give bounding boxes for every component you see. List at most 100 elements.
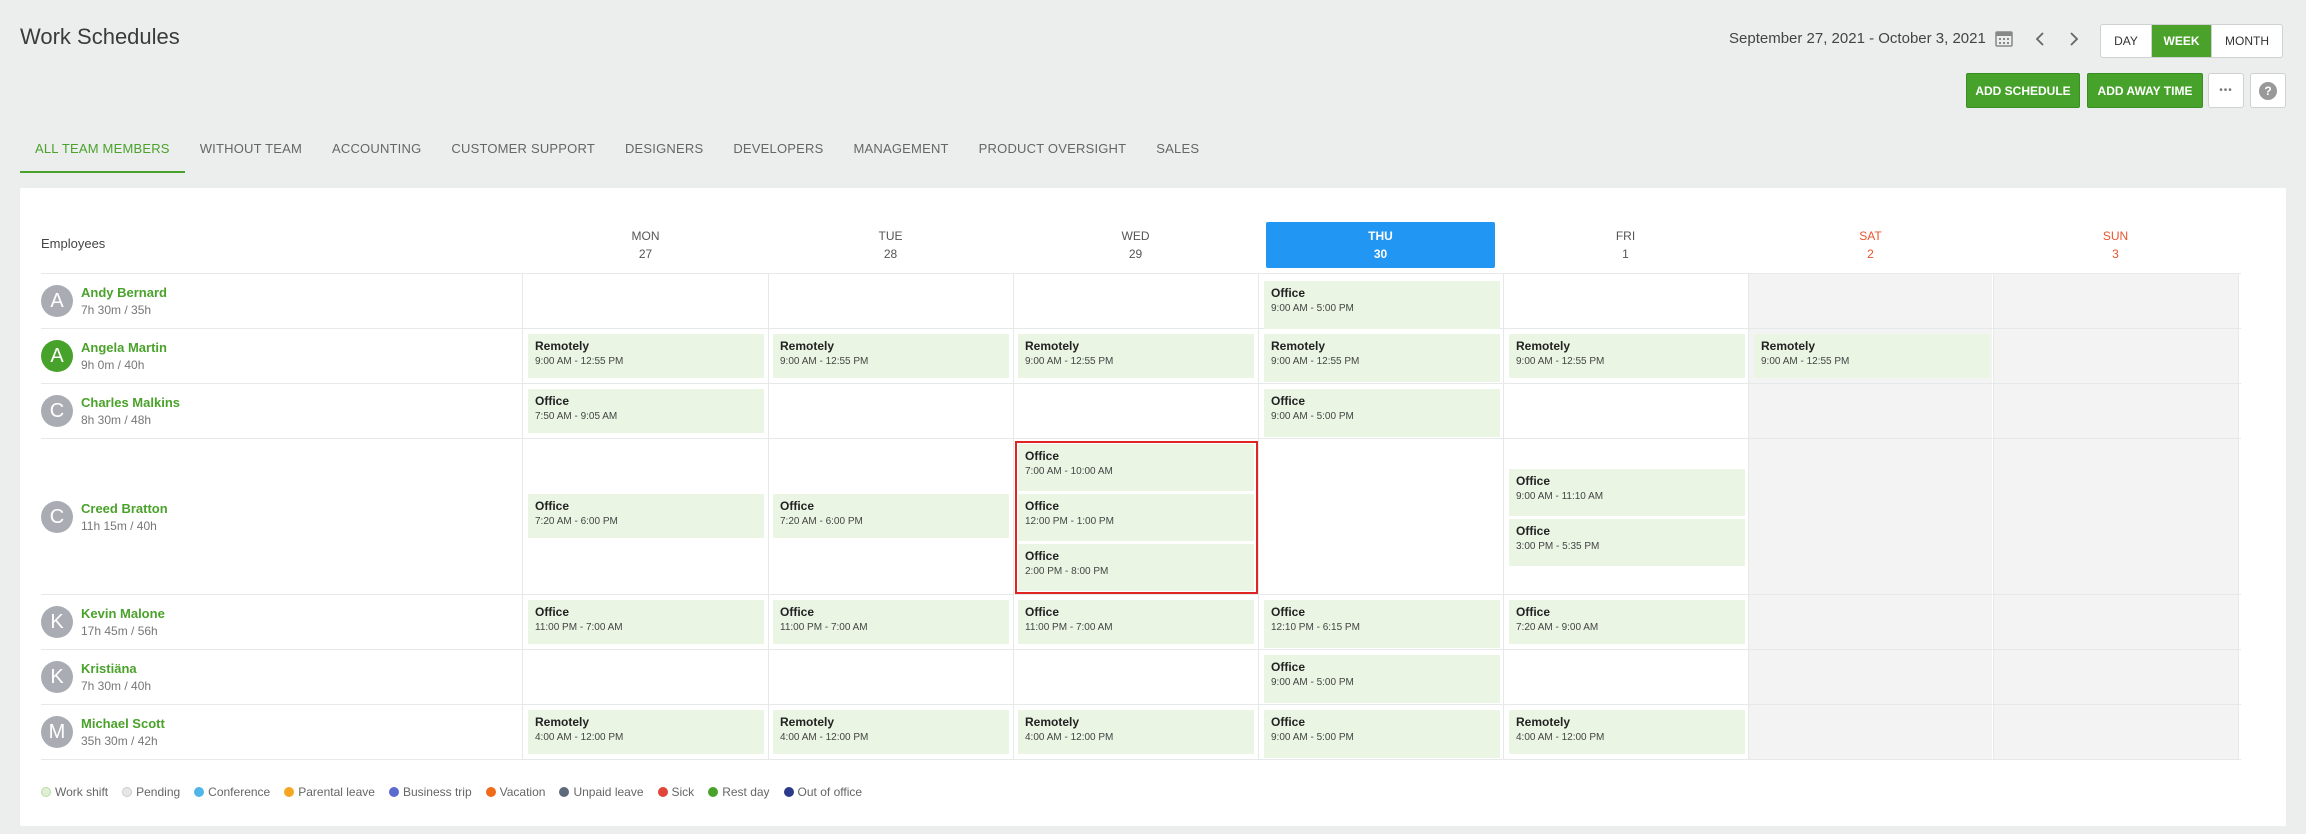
column-divider [1013, 273, 1014, 759]
selected-cell-outline [1015, 441, 1258, 594]
day-name: SAT [1859, 229, 1882, 243]
legend-dot [708, 787, 719, 797]
view-day-button[interactable]: DAY [2101, 25, 2152, 57]
shift-block[interactable]: Office 11:00 PM - 7:00 AM [773, 600, 1009, 644]
legend-label: Business trip [402, 785, 472, 799]
shift-block[interactable]: Remotely 9:00 AM - 12:55 PM [528, 334, 764, 378]
tab-product-oversight[interactable]: PRODUCT OVERSIGHT [964, 127, 1142, 173]
shift-block[interactable]: Remotely 4:00 AM - 12:00 PM [528, 710, 764, 754]
shift-time: 11:00 PM - 7:00 AM [535, 622, 623, 633]
employees-column-header: Employees [41, 236, 106, 251]
chevron-right-icon[interactable] [2064, 30, 2082, 48]
employee-name[interactable]: Kristiäna [81, 661, 151, 676]
row-divider [41, 383, 2241, 384]
tab-accounting[interactable]: ACCOUNTING [317, 127, 436, 173]
shift-block[interactable]: Office 12:10 PM - 6:15 PM [1264, 600, 1500, 648]
shift-type: Office [1271, 286, 1306, 300]
help-icon: ? [2259, 81, 2277, 100]
shift-time: 4:00 AM - 12:00 PM [1025, 732, 1114, 743]
shift-time: 4:00 AM - 12:00 PM [535, 732, 624, 743]
tab-sales[interactable]: SALES [1141, 127, 1214, 173]
legend-label: Sick [671, 785, 695, 799]
shift-block[interactable]: Office 9:00 AM - 11:10 AM [1509, 469, 1745, 516]
shift-type: Office [535, 499, 570, 513]
shift-block[interactable]: Remotely 4:00 AM - 12:00 PM [1018, 710, 1254, 754]
chevron-left-icon[interactable] [2032, 30, 2050, 48]
employee-row-angela-martin: A Angela Martin 9h 0m / 40h [41, 340, 167, 372]
shift-block[interactable]: Office 9:00 AM - 5:00 PM [1264, 281, 1500, 329]
shift-time: 9:00 AM - 11:10 AM [1516, 491, 1604, 502]
shift-type: Remotely [1516, 339, 1571, 353]
shift-block[interactable]: Remotely 9:00 AM - 12:55 PM [1264, 334, 1500, 382]
legend-item-sick: Sick [657, 785, 695, 799]
shift-block[interactable]: Office 7:50 AM - 9:05 AM [528, 389, 764, 433]
view-week-button[interactable]: WEEK [2152, 25, 2212, 57]
tab-developers[interactable]: DEVELOPERS [718, 127, 838, 173]
shift-block[interactable]: Remotely 9:00 AM - 12:55 PM [1018, 334, 1254, 378]
shift-time: 9:00 AM - 12:55 PM [1761, 356, 1850, 367]
shift-block[interactable]: Remotely 9:00 AM - 12:55 PM [773, 334, 1009, 378]
tab-without-team[interactable]: WITHOUT TEAM [185, 127, 317, 173]
employee-name[interactable]: Angela Martin [81, 340, 167, 355]
shift-block[interactable]: Remotely 4:00 AM - 12:00 PM [773, 710, 1009, 754]
shift-block[interactable]: Office 9:00 AM - 5:00 PM [1264, 655, 1500, 703]
employee-name[interactable]: Creed Bratton [81, 501, 168, 516]
shift-block[interactable]: Office 9:00 AM - 5:00 PM [1264, 710, 1500, 758]
shift-time: 9:00 AM - 5:00 PM [1271, 303, 1354, 314]
employee-name[interactable]: Kevin Malone [81, 606, 165, 621]
add-schedule-button[interactable]: ADD SCHEDULE [1966, 73, 2080, 108]
shift-type: Remotely [780, 339, 835, 353]
team-tabs: ALL TEAM MEMBERS WITHOUT TEAM ACCOUNTING… [20, 127, 1214, 173]
tab-customer-support[interactable]: CUSTOMER SUPPORT [436, 127, 610, 173]
shift-block[interactable]: Office 7:20 AM - 9:00 AM [1509, 600, 1745, 644]
shift-block[interactable]: Remotely 9:00 AM - 12:55 PM [1509, 334, 1745, 378]
shift-time: 9:00 AM - 12:55 PM [1516, 356, 1605, 367]
legend-item-business-trip: Business trip [388, 785, 472, 799]
legend-item-rest-day: Rest day [708, 785, 770, 799]
day-date: 1 [1622, 247, 1629, 261]
shift-block[interactable]: Office 11:00 PM - 7:00 AM [528, 600, 764, 644]
shift-block[interactable]: Remotely 9:00 AM - 12:55 PM [1754, 334, 1990, 378]
day-date: 28 [883, 247, 898, 261]
day-date: 2 [1867, 247, 1874, 261]
legend-label: Rest day [722, 785, 770, 799]
shift-type: Remotely [1025, 339, 1080, 353]
shift-type: Remotely [1271, 339, 1326, 353]
shift-block[interactable]: Office 9:00 AM - 5:00 PM [1264, 389, 1500, 437]
legend-item-unpaid-leave: Unpaid leave [559, 785, 644, 799]
shift-block[interactable]: Office 7:20 AM - 6:00 PM [773, 494, 1009, 538]
day-header-fri: FRI 1 [1511, 222, 1740, 268]
row-divider [41, 273, 2241, 274]
column-divider [1993, 273, 1994, 759]
employee-name[interactable]: Andy Bernard [81, 285, 167, 300]
day-date: 27 [638, 247, 653, 261]
shift-time: 7:20 AM - 6:00 PM [535, 516, 618, 527]
employee-name[interactable]: Michael Scott [81, 716, 165, 731]
view-month-button[interactable]: MONTH [2212, 25, 2282, 57]
avatar: C [41, 501, 73, 533]
legend-dot [284, 787, 295, 797]
shift-block[interactable]: Remotely 4:00 AM - 12:00 PM [1509, 710, 1745, 754]
tab-all-team-members[interactable]: ALL TEAM MEMBERS [20, 127, 185, 173]
add-away-time-button[interactable]: ADD AWAY TIME [2087, 73, 2203, 108]
column-divider [1748, 273, 1749, 759]
help-button[interactable]: ? [2250, 73, 2286, 108]
tab-management[interactable]: MANAGEMENT [839, 127, 964, 173]
employee-name[interactable]: Charles Malkins [81, 395, 180, 410]
row-divider [41, 438, 2241, 439]
tab-designers[interactable]: DESIGNERS [610, 127, 718, 173]
day-date: 30 [1373, 247, 1388, 261]
shift-type: Office [1271, 660, 1306, 674]
shift-type: Office [1516, 524, 1551, 538]
more-options-button[interactable]: ••• [2208, 73, 2244, 108]
legend-label: Unpaid leave [573, 785, 644, 799]
column-divider [1503, 273, 1504, 759]
shift-block[interactable]: Office 3:00 PM - 5:35 PM [1509, 519, 1745, 566]
calendar-icon[interactable] [1995, 30, 2013, 47]
shift-block[interactable]: Office 11:00 PM - 7:00 AM [1018, 600, 1254, 644]
legend-label: Parental leave [298, 785, 375, 799]
row-divider [41, 704, 2241, 705]
legend: Work shift Pending Conference Parental l… [41, 785, 876, 799]
shift-block[interactable]: Office 7:20 AM - 6:00 PM [528, 494, 764, 538]
legend-item-out-of-office: Out of office [783, 785, 862, 799]
